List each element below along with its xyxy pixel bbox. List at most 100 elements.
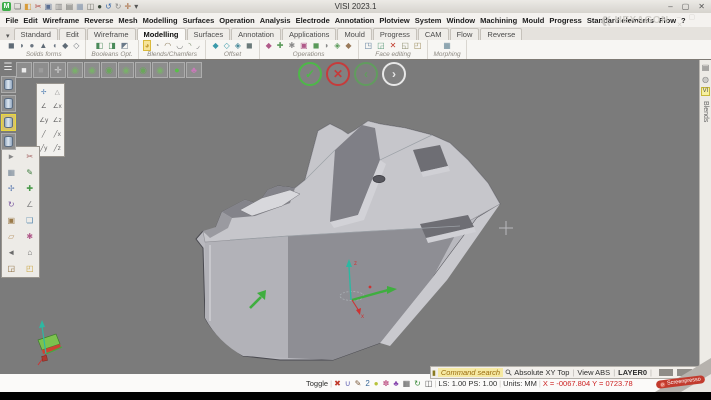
subtract-icon[interactable]: ◨ <box>107 41 117 50</box>
core-icon[interactable]: ◼ <box>312 41 321 50</box>
remove-blend-icon[interactable]: ◞ <box>195 41 200 50</box>
line-z-icon[interactable]: ╱z <box>51 141 65 155</box>
extend-face-icon[interactable]: ◰ <box>413 41 423 50</box>
flag-tool-icon[interactable]: ◄ <box>2 244 21 260</box>
ribbon-tab[interactable]: Mould <box>337 28 371 40</box>
scale-indicator[interactable]: LS: 1.00 PS: 1.00 <box>438 379 497 388</box>
menu-item[interactable]: Annotation <box>332 16 377 25</box>
cut-tool-icon[interactable]: ✂ <box>21 148 40 164</box>
confirm-button[interactable]: ✓ <box>298 62 322 86</box>
menu-item[interactable]: Progress <box>547 16 585 25</box>
menu-item[interactable]: Modelling <box>140 16 180 25</box>
capture-icon[interactable]: ▤ <box>702 63 710 72</box>
body-visibility-3-button[interactable] <box>1 114 16 131</box>
cancel-button[interactable]: ✕ <box>326 62 350 86</box>
frame-tool-icon[interactable]: ▦ <box>2 164 21 180</box>
menu-item[interactable]: Analysis <box>257 16 293 25</box>
layer-indicator[interactable]: LAYER0 <box>618 368 647 377</box>
tools-icon[interactable]: ✂ <box>35 1 42 12</box>
menu-item[interactable]: File <box>3 16 21 25</box>
ribbon-tab[interactable]: Standard <box>14 28 58 40</box>
tree-snap-icon[interactable]: ♣ <box>393 379 398 388</box>
body-visibility-2-button[interactable] <box>1 95 16 112</box>
coordinate-system-indicator[interactable]: Absolute XY Top <box>514 368 569 377</box>
move-face-icon[interactable]: ◲ <box>376 41 386 50</box>
numeric-snap-icon[interactable]: 2 <box>365 379 369 388</box>
extrude-solid-icon[interactable]: ◇ <box>72 41 80 50</box>
grid-snap-icon[interactable]: ▦ <box>403 379 411 388</box>
ribbon-tab[interactable]: Edit <box>59 28 86 40</box>
offset-body-icon[interactable]: ◆ <box>211 41 219 50</box>
menu-item[interactable]: Edit <box>21 16 40 25</box>
cavity-icon[interactable]: ▣ <box>299 41 309 50</box>
shaded-view-button[interactable]: ● <box>169 62 185 78</box>
sidebar-menu-icon[interactable]: ☰ <box>4 62 13 74</box>
prism-solid-icon[interactable]: ◆ <box>61 41 69 50</box>
menu-item[interactable]: Wireframe <box>40 16 82 25</box>
scale-icon[interactable]: ◆ <box>344 41 352 50</box>
axis-x-icon[interactable]: ∠x <box>51 99 65 113</box>
stamp-tool-icon[interactable]: ▣ <box>2 212 21 228</box>
save-icon[interactable]: ▣ <box>44 1 52 12</box>
view-wheel-6-button[interactable]: ◉ <box>152 62 168 78</box>
delete-snap-icon[interactable]: ✖ <box>334 379 341 388</box>
ellipse-snap-icon[interactable]: ● <box>374 379 379 388</box>
vi-badge[interactable]: VI <box>701 87 711 96</box>
add-tool-icon[interactable]: ✚ <box>21 180 40 196</box>
redo-icon[interactable]: ↻ <box>115 1 122 12</box>
command-search-field[interactable]: Command search <box>438 368 503 377</box>
stamp-snap-icon[interactable]: ✎ <box>355 379 362 388</box>
torus-solid-icon[interactable]: ◖ <box>51 41 58 50</box>
dock-tab-blends[interactable]: Blends <box>702 101 709 122</box>
star-tool-icon[interactable]: ✱ <box>21 228 40 244</box>
ribbon-tab[interactable]: Flow <box>450 28 480 40</box>
select-tool-icon[interactable]: ► <box>2 148 21 164</box>
replace-face-icon[interactable]: ◱ <box>400 41 410 50</box>
ribbon-tab[interactable]: Modelling <box>137 28 186 40</box>
intersect-icon[interactable]: ◩ <box>120 41 130 50</box>
print-icon[interactable]: ▤ <box>66 1 74 12</box>
line-icon[interactable]: ╱ <box>37 127 51 141</box>
thicken-icon[interactable]: ◼ <box>245 41 254 50</box>
open-folder-icon[interactable]: ◧ <box>24 1 32 12</box>
shell-icon[interactable]: ◈ <box>234 41 242 50</box>
undo-icon[interactable]: ↺ <box>105 1 112 12</box>
view-wheel-4-button[interactable]: ◉ <box>118 62 134 78</box>
customize-icon[interactable]: ✛ <box>125 1 132 12</box>
edit-face-icon[interactable]: ◳ <box>364 41 374 50</box>
window-snap-icon[interactable]: ◫ <box>425 379 433 388</box>
folder-tool-icon[interactable]: ◰ <box>21 260 40 276</box>
menu-item[interactable]: Window <box>444 16 478 25</box>
axis-y-icon[interactable]: ∠y <box>37 113 51 127</box>
chamfer-icon[interactable]: ◔ <box>153 41 160 50</box>
offset-face-icon[interactable]: ◇ <box>223 41 231 50</box>
morph-icon[interactable]: ▦ <box>442 41 452 50</box>
tab-dropdown-icon[interactable]: ▾ <box>2 32 14 40</box>
sphere-solid-icon[interactable]: ● <box>28 41 35 50</box>
view-abs-indicator[interactable]: View ABS <box>577 368 610 377</box>
magnet-snap-icon[interactable]: ∪ <box>345 379 351 388</box>
units-indicator[interactable]: Units: MM <box>503 379 537 388</box>
menu-item[interactable]: Electrode <box>293 16 332 25</box>
patch-tool-icon[interactable]: ▱ <box>2 228 21 244</box>
split-body-icon[interactable]: ◆ <box>265 41 273 50</box>
view-wheel-5-button[interactable]: ◉ <box>135 62 151 78</box>
import-tool-icon[interactable]: ◲ <box>2 260 21 276</box>
view-wheel-3-button[interactable]: ◉ <box>101 62 117 78</box>
save-all-icon[interactable]: ▥ <box>55 1 63 12</box>
next-button[interactable]: › <box>382 62 406 86</box>
cad-model-solid[interactable] <box>196 121 500 360</box>
menu-item[interactable]: System <box>412 16 444 25</box>
axis-icon[interactable]: ∠ <box>37 99 51 113</box>
globe-icon[interactable]: ● <box>97 1 102 12</box>
body-visibility-4-button[interactable] <box>1 133 16 150</box>
probe-button[interactable]: ✛ <box>50 62 66 78</box>
minimize-button[interactable]: – <box>668 2 672 11</box>
pencil-tool-icon[interactable]: ✎ <box>21 164 40 180</box>
move-plane-icon[interactable]: △ <box>51 85 65 99</box>
menu-item[interactable]: Mesh <box>116 16 140 25</box>
ribbon-tab[interactable]: Annotation <box>231 28 281 40</box>
corner-blend-icon[interactable]: ◝ <box>187 41 192 50</box>
variable-blend-icon[interactable]: ◡ <box>175 41 184 50</box>
settings-icon[interactable]: ◍ <box>702 75 709 84</box>
